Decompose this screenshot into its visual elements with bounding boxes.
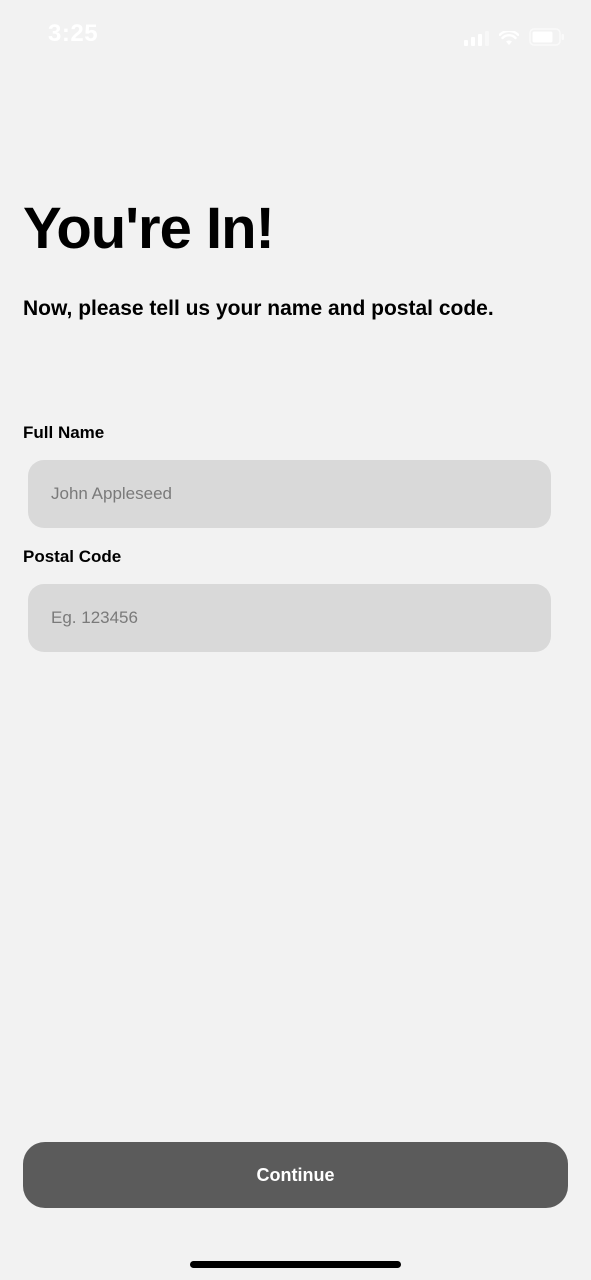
home-indicator[interactable] xyxy=(190,1261,401,1268)
status-icons xyxy=(464,26,565,46)
postal-code-label: Postal Code xyxy=(23,547,122,566)
wifi-icon xyxy=(499,31,519,46)
postal-code-input[interactable] xyxy=(28,584,551,652)
page-subtitle: Now, please tell us your name and postal… xyxy=(23,297,494,320)
full-name-input[interactable] xyxy=(28,460,551,528)
full-name-label: Full Name xyxy=(23,423,105,442)
status-bar: 3:25 xyxy=(0,0,591,72)
status-time: 3:25 xyxy=(48,20,99,47)
cellular-signal-icon xyxy=(464,30,489,46)
continue-button[interactable]: Continue xyxy=(23,1142,568,1208)
battery-icon xyxy=(529,28,565,46)
page-title: You're In! xyxy=(23,196,275,261)
